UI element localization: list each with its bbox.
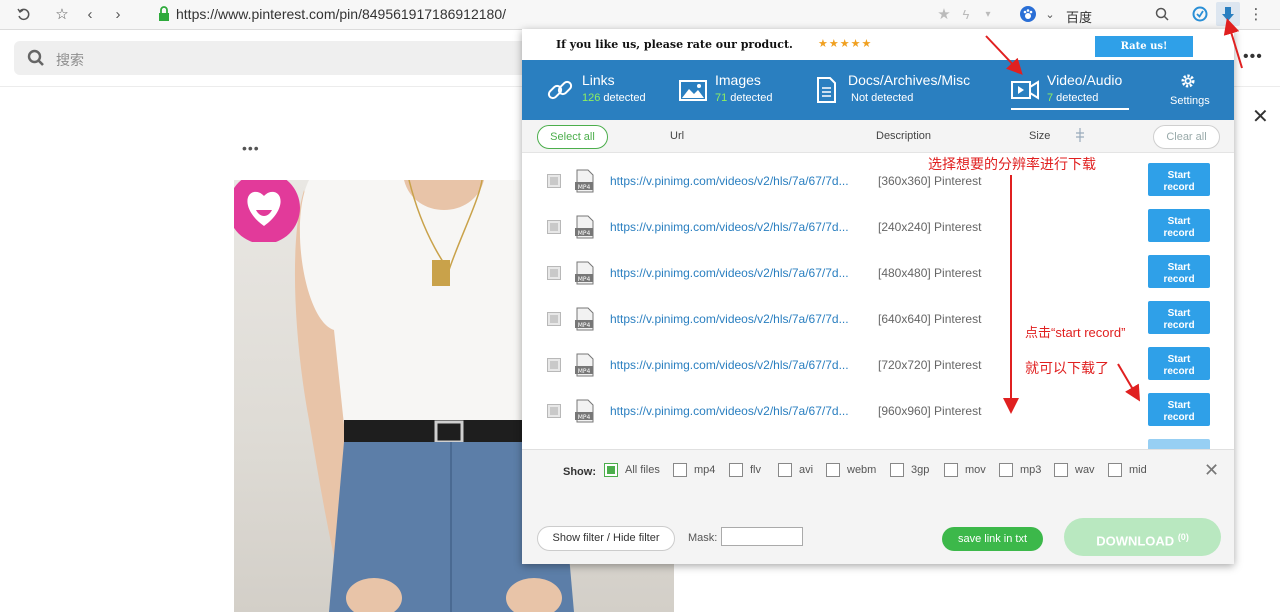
annotation-arrows	[985, 18, 1243, 414]
arrow-to-video-tab	[985, 35, 1023, 75]
arrow-to-extension-icon	[1223, 18, 1243, 69]
arrow-to-start-record	[1117, 363, 1141, 402]
